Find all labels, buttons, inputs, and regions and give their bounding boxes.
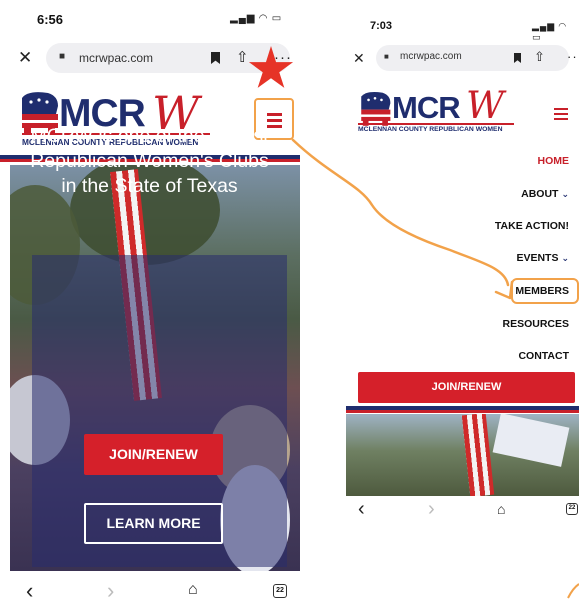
lock-icon: ■ bbox=[384, 52, 389, 61]
close-icon[interactable]: ✕ bbox=[353, 48, 365, 68]
hamburger-icon bbox=[267, 113, 282, 116]
status-bar: 7:03 ▂▄▆ ◠ ▭ bbox=[322, 0, 579, 42]
forward-icon[interactable]: › bbox=[428, 498, 435, 521]
lock-icon: ■ bbox=[59, 51, 66, 62]
address-bar[interactable]: ■ mcrwpac.com ⇧ bbox=[46, 43, 290, 73]
logo-mcr-text: MCR bbox=[392, 90, 461, 125]
close-icon[interactable]: ✕ bbox=[18, 48, 32, 68]
bookmark-icon[interactable] bbox=[211, 52, 220, 64]
logo-divider bbox=[358, 123, 514, 125]
forward-icon[interactable]: › bbox=[107, 578, 114, 599]
share-icon[interactable]: ⇧ bbox=[534, 49, 545, 65]
status-system-icons: ▂▄▆ ◠ ▭ bbox=[532, 21, 567, 42]
logo-subtitle: MCLENNAN COUNTY REPUBLICAN WOMEN bbox=[358, 126, 503, 133]
home-icon[interactable]: ⌂ bbox=[188, 581, 198, 599]
menu-item-events[interactable]: EVENTS ⌄ bbox=[516, 252, 569, 264]
logo-w-script: W bbox=[466, 84, 505, 127]
status-bar: 6:56 ▂▄▆ ◠ ▭ bbox=[0, 0, 300, 34]
learn-more-button[interactable]: LEARN MORE bbox=[84, 503, 223, 544]
status-system-icons: ▂▄▆ ◠ ▭ bbox=[230, 13, 283, 24]
bookmark-icon[interactable] bbox=[514, 53, 521, 63]
status-time: 7:03 bbox=[370, 20, 393, 32]
chevron-down-icon: ⌄ bbox=[561, 253, 569, 263]
hero-headline: MCRW is one of the largest Republican Wo… bbox=[30, 125, 269, 197]
share-icon[interactable]: ⇧ bbox=[236, 48, 249, 66]
logo-elephant-icon bbox=[361, 91, 391, 126]
menu-item-take-action[interactable]: TAKE ACTION! bbox=[495, 220, 569, 232]
tabs-icon[interactable]: 22 bbox=[273, 584, 287, 598]
address-bar[interactable]: ■ mcrwpac.com ⇧ bbox=[376, 45, 569, 71]
browser-toolbar: ‹ › ⌂ 22 bbox=[0, 572, 300, 599]
back-icon[interactable]: ‹ bbox=[358, 498, 365, 521]
chevron-down-icon: ⌄ bbox=[561, 189, 569, 199]
left-phone-screenshot: 6:56 ▂▄▆ ◠ ▭ ✕ ■ mcrwpac.com ⇧ ··· MCR W… bbox=[0, 0, 300, 599]
browser-toolbar: ‹ › ⌂ 22 bbox=[322, 496, 579, 526]
header-stripe-red bbox=[346, 410, 579, 413]
url-text: mcrwpac.com bbox=[79, 51, 154, 65]
tabs-icon[interactable]: 22 bbox=[566, 503, 578, 515]
hero-photo bbox=[346, 414, 579, 496]
menu-item-about[interactable]: ABOUT ⌄ bbox=[521, 188, 569, 200]
home-icon[interactable]: ⌂ bbox=[497, 501, 505, 517]
menu-item-contact[interactable]: CONTACT bbox=[518, 350, 569, 362]
menu-item-home[interactable]: HOME bbox=[538, 155, 570, 167]
menu-item-resources[interactable]: RESOURCES bbox=[502, 318, 569, 330]
right-phone-screenshot: 7:03 ▂▄▆ ◠ ▭ ✕ ■ mcrwpac.com ⇧ ·· MCR W … bbox=[322, 0, 579, 599]
join-renew-button[interactable]: JOIN/RENEW bbox=[84, 434, 223, 475]
back-icon[interactable]: ‹ bbox=[26, 578, 33, 599]
members-highlight bbox=[511, 278, 579, 304]
more-icon[interactable]: ·· bbox=[567, 49, 578, 64]
join-renew-button[interactable]: JOIN/RENEW bbox=[358, 372, 575, 403]
url-text: mcrwpac.com bbox=[400, 51, 462, 62]
status-time: 6:56 bbox=[37, 12, 64, 27]
